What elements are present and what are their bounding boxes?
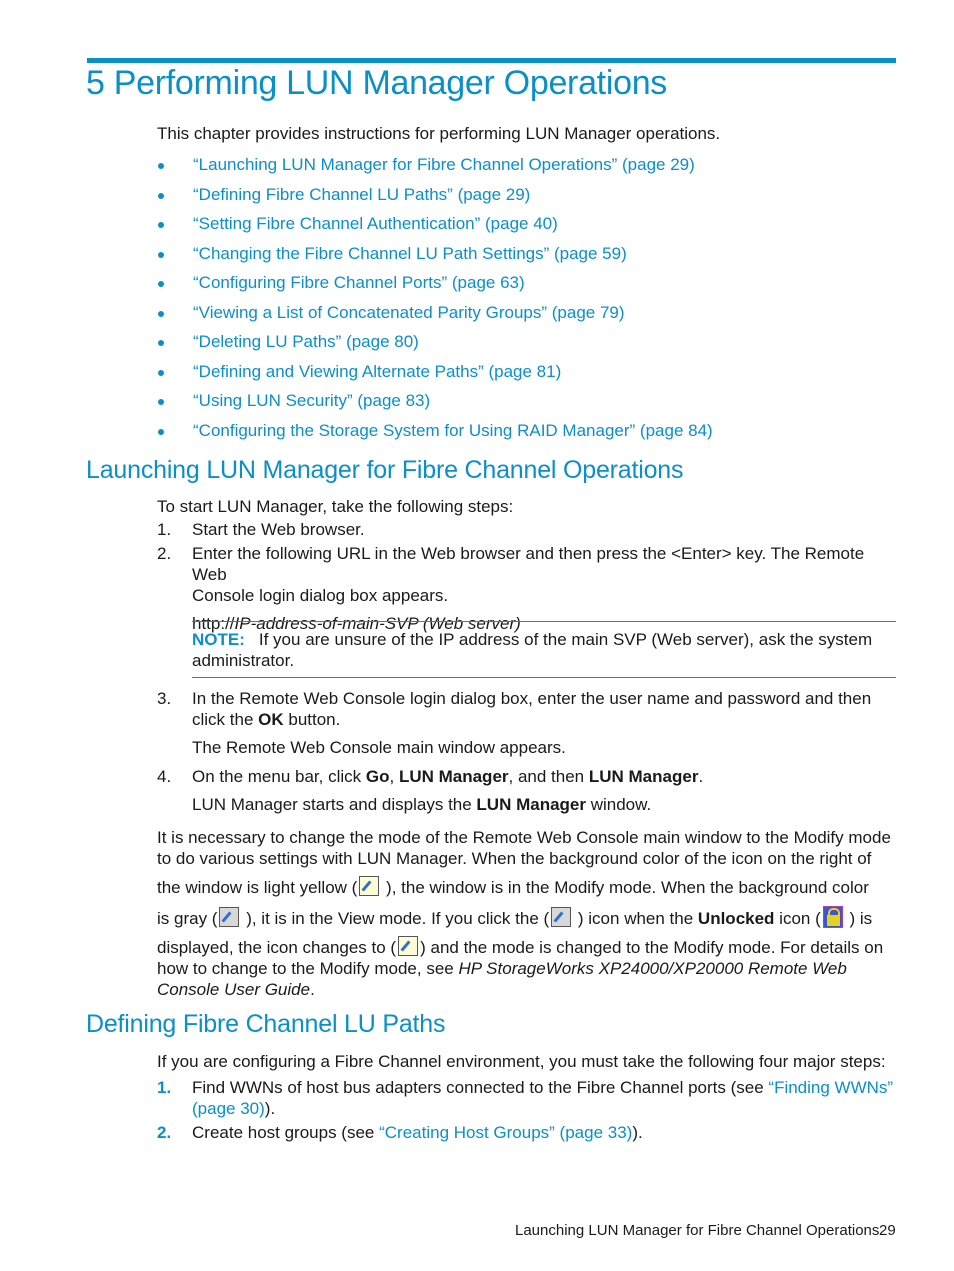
step-result: LUN Manager starts and displays the LUN …	[192, 795, 652, 814]
section-intro: If you are configuring a Fibre Channel e…	[157, 1052, 886, 1071]
chapter-rule	[87, 58, 896, 63]
finding-wwns-page-link[interactable]: (page 30)	[192, 1099, 265, 1118]
step-text-cont: Console login dialog box appears.	[192, 586, 449, 605]
note-bottom-rule	[192, 677, 896, 678]
bullet-icon	[158, 192, 164, 199]
bullet-icon	[158, 310, 164, 317]
step-number: 3.	[157, 689, 172, 708]
step-text: On the menu bar, click Go, LUN Manager, …	[192, 767, 704, 786]
bullet-icon	[158, 251, 164, 258]
bullet-icon	[158, 428, 164, 435]
step-4: 4. On the menu bar, click Go, LUN Manage…	[157, 766, 902, 815]
step-text-cont: click the OK button.	[192, 710, 341, 729]
chapter-toc: “Launching LUN Manager for Fibre Channel…	[157, 152, 713, 447]
note-text-cont: administrator.	[192, 651, 295, 670]
finding-wwns-link[interactable]: “Finding WWNs”	[768, 1078, 893, 1097]
note-text: If you are unsure of the IP address of t…	[258, 630, 873, 649]
creating-host-groups-link[interactable]: “Creating Host Groups” (page 33)	[379, 1123, 632, 1142]
step-text: In the Remote Web Console login dialog b…	[192, 689, 872, 708]
toc-item[interactable]: “Deleting LU Paths” (page 80)	[157, 329, 713, 359]
step-1: 1. Start the Web browser.	[157, 519, 902, 540]
note-box: NOTE: If you are unsure of the IP address…	[157, 629, 902, 671]
menu-go-ref: Go	[365, 767, 390, 786]
toc-item[interactable]: “Using LUN Security” (page 83)	[157, 388, 713, 418]
toc-link[interactable]: “Defining Fibre Channel LU Paths” (page …	[193, 185, 530, 204]
toc-link[interactable]: “Setting Fibre Channel Authentication” (…	[193, 214, 558, 233]
major-step-2: 2. Create host groups (see “Creating Hos…	[157, 1123, 643, 1142]
footer-section-title: Launching LUN Manager for Fibre Channel …	[515, 1222, 880, 1239]
section-heading-launching: Launching LUN Manager for Fibre Channel …	[86, 456, 684, 484]
toc-link[interactable]: “Using LUN Security” (page 83)	[193, 391, 430, 410]
toc-link[interactable]: “Deleting LU Paths” (page 80)	[193, 332, 419, 351]
section-heading-defining: Defining Fibre Channel LU Paths	[86, 1010, 446, 1038]
bullet-icon	[158, 369, 164, 376]
menu-lun-manager-ref: LUN Manager	[398, 767, 509, 786]
toc-item[interactable]: “Configuring Fibre Channel Ports” (page …	[157, 270, 713, 300]
step-text: Start the Web browser.	[192, 520, 365, 539]
bullet-icon	[158, 281, 164, 287]
view-mode-icon	[219, 907, 240, 927]
menu-lun-manager-item-ref: LUN Manager	[588, 767, 699, 786]
modify-mode-icon	[398, 936, 419, 956]
toc-link[interactable]: “Changing the Fibre Channel LU Path Sett…	[193, 244, 627, 263]
toc-link[interactable]: “Viewing a List of Concatenated Parity G…	[193, 303, 625, 322]
view-mode-icon	[551, 907, 572, 927]
step-number: 2.	[157, 544, 172, 563]
step-number: 4.	[157, 767, 172, 786]
bullet-icon	[158, 399, 164, 405]
toc-item[interactable]: “Defining and Viewing Alternate Paths” (…	[157, 359, 713, 389]
bullet-icon	[158, 222, 164, 228]
step-number: 2.	[157, 1123, 172, 1142]
step-number: 1.	[157, 520, 172, 539]
toc-item[interactable]: “Changing the Fibre Channel LU Path Sett…	[157, 241, 713, 271]
guide-reference-cont: Console User Guide	[157, 980, 311, 999]
guide-reference: HP StorageWorks XP24000/XP20000 Remote W…	[458, 959, 847, 978]
note-label: NOTE:	[192, 630, 245, 649]
section-intro: To start LUN Manager, take the following…	[157, 497, 514, 516]
major-step-1: 1. Find WWNs of host bus adapters connec…	[157, 1078, 894, 1118]
note-top-rule	[192, 621, 896, 622]
footer-page-number: 29	[879, 1222, 896, 1239]
toc-link[interactable]: “Launching LUN Manager for Fibre Channel…	[193, 155, 695, 174]
step-result: The Remote Web Console main window appea…	[192, 738, 566, 757]
step-number: 1.	[157, 1078, 172, 1097]
step-3: 3. In the Remote Web Console login dialo…	[157, 688, 902, 758]
modify-mode-icon	[359, 876, 380, 896]
toc-item[interactable]: “Viewing a List of Concatenated Parity G…	[157, 300, 713, 330]
chapter-intro: This chapter provides instructions for p…	[157, 124, 721, 143]
step-text: Enter the following URL in the Web brows…	[192, 544, 865, 584]
toc-item[interactable]: “Configuring the Storage System for Usin…	[157, 418, 713, 448]
toc-item[interactable]: “Setting Fibre Channel Authentication” (…	[157, 211, 713, 241]
ok-button-ref: OK	[258, 710, 284, 729]
bullet-icon	[158, 340, 164, 346]
toc-link[interactable]: “Configuring Fibre Channel Ports” (page …	[193, 273, 525, 292]
bullet-icon	[158, 163, 164, 169]
unlocked-icon	[822, 906, 843, 928]
mode-paragraph: It is necessary to change the mode of th…	[157, 828, 891, 999]
toc-item[interactable]: “Defining Fibre Channel LU Paths” (page …	[157, 182, 713, 212]
toc-item[interactable]: “Launching LUN Manager for Fibre Channel…	[157, 152, 713, 182]
toc-link[interactable]: “Configuring the Storage System for Usin…	[193, 421, 713, 440]
chapter-title: 5 Performing LUN Manager Operations	[86, 64, 667, 102]
toc-link[interactable]: “Defining and Viewing Alternate Paths” (…	[193, 362, 561, 381]
